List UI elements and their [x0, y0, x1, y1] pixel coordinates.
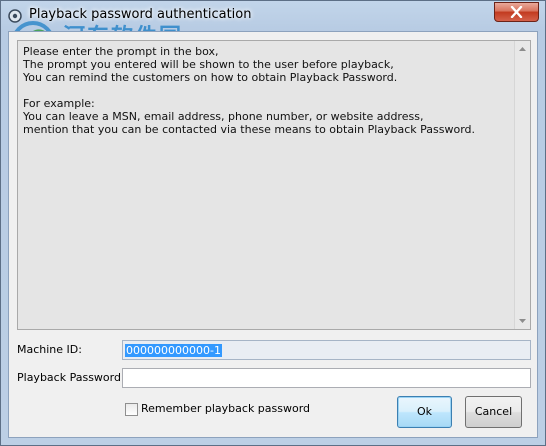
dialog-body: Please enter the prompt in the box, The …	[8, 31, 538, 438]
prompt-line: Please enter the prompt in the box,	[23, 45, 219, 58]
dialog-window: Playback password authentication 河东软件园 w…	[0, 0, 546, 446]
remember-password-label[interactable]: Remember playback password	[141, 402, 310, 415]
title-bar[interactable]: Playback password authentication	[1, 1, 545, 31]
window-title: Playback password authentication	[29, 7, 252, 22]
prompt-line: You can remind the customers on how to o…	[23, 71, 398, 84]
playback-password-input[interactable]	[122, 368, 531, 388]
app-icon	[8, 9, 22, 23]
prompt-line	[23, 84, 475, 97]
arrow-up-icon	[519, 47, 526, 51]
close-button[interactable]	[494, 2, 539, 22]
prompt-line: For example:	[23, 97, 95, 110]
machine-id-value: 000000000000-1	[125, 344, 222, 357]
vertical-scrollbar[interactable]	[514, 41, 530, 329]
prompt-textarea[interactable]: Please enter the prompt in the box, The …	[17, 40, 531, 330]
password-label: Playback Password:	[17, 371, 125, 384]
close-icon	[510, 6, 523, 18]
scroll-up-button[interactable]	[515, 41, 530, 57]
machine-id-label: Machine ID:	[17, 343, 82, 356]
prompt-line: You can leave a MSN, email address, phon…	[23, 110, 424, 123]
cancel-button[interactable]: Cancel	[465, 396, 522, 428]
prompt-line: The prompt you entered will be shown to …	[23, 58, 394, 71]
ok-button[interactable]: Ok	[397, 396, 452, 428]
machine-id-field[interactable]: 000000000000-1	[122, 340, 531, 360]
remember-password-checkbox[interactable]	[125, 403, 138, 416]
prompt-text: Please enter the prompt in the box, The …	[23, 45, 475, 136]
arrow-down-icon	[519, 319, 526, 323]
scroll-down-button[interactable]	[515, 313, 530, 329]
prompt-line: mention that you can be contacted via th…	[23, 123, 476, 136]
